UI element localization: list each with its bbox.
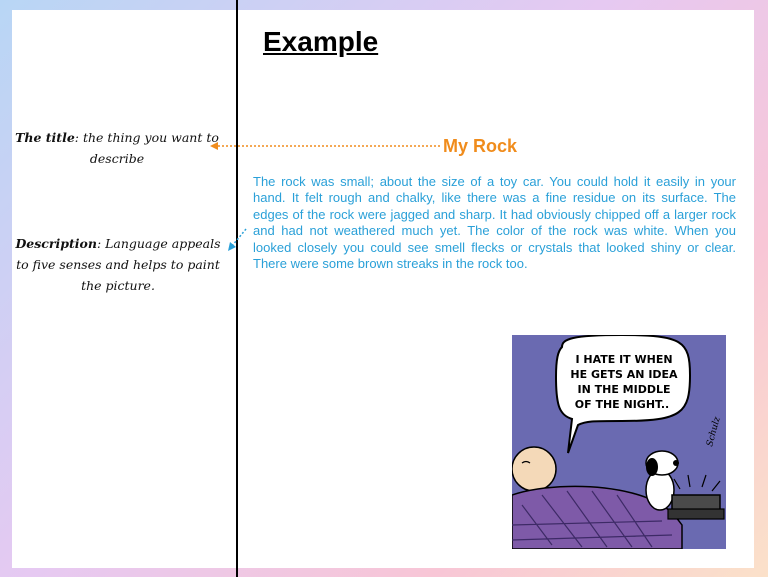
column-divider [236,0,238,577]
story-paragraph: The rock was small; about the size of a … [253,174,736,272]
description-annotation: Description: Language appeals to five se… [12,233,224,296]
title-annotation-text: : the thing you want to describe [74,130,219,166]
speech-line-2: HE GETS AN IDEA [570,368,678,381]
title-annotation: The title: the thing you want to describ… [14,127,220,169]
speech-line-3: IN THE MIDDLE [577,383,670,396]
page-heading: Example [263,26,379,57]
speech-line-4: OF THE NIGHT.. [575,398,669,411]
title-annotation-label: The title [15,130,75,145]
speech-line-1: I HATE IT WHEN [575,353,672,366]
description-annotation-label: Description [15,236,97,251]
charlie-brown-figure [512,446,557,492]
comic-image: I HATE IT WHEN HE GETS AN IDEA IN THE MI… [512,335,726,549]
story-title: My Rock [443,136,518,156]
